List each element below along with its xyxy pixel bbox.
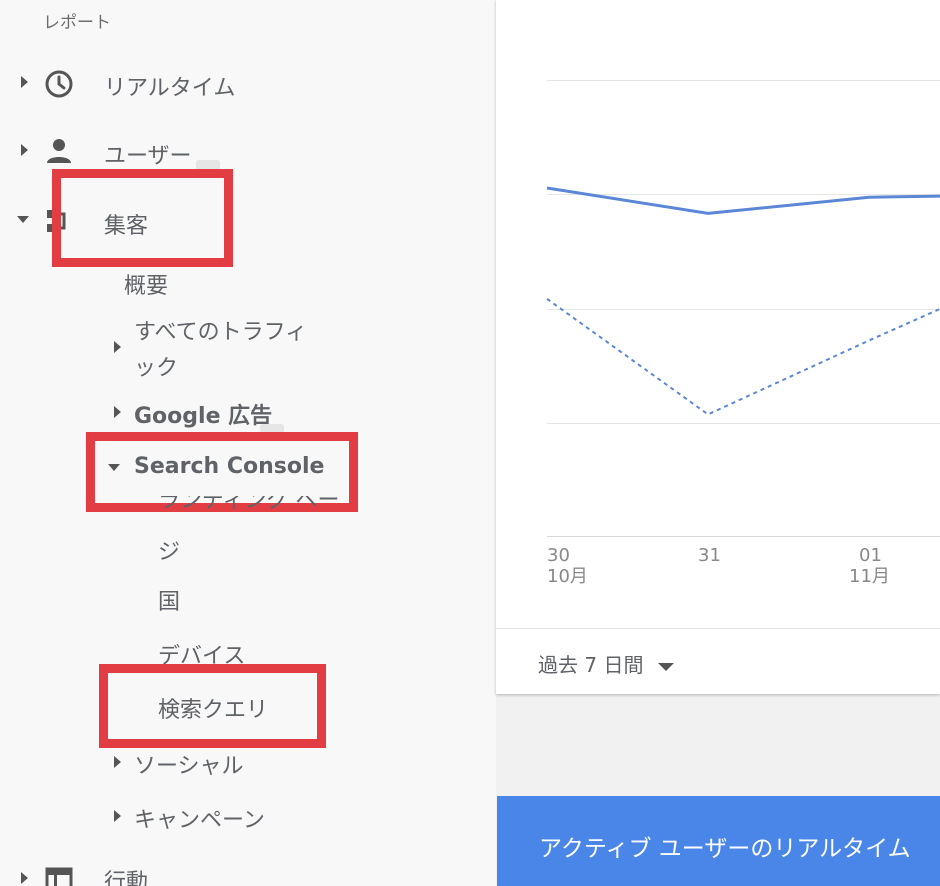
sidebar: レポート リアルタイム ユーザー 集客 概要 すべてのトラフィ ック Googl… xyxy=(0,0,496,886)
highlight-box-queries xyxy=(99,664,326,748)
sidebar-subitem-country[interactable]: 国 xyxy=(158,584,180,616)
date-range-label: 過去 7 日間 xyxy=(538,653,644,677)
all-traffic-label-line2: ック xyxy=(134,356,179,381)
person-icon xyxy=(47,139,71,163)
x-tick-month: 11月 xyxy=(849,566,890,587)
section-label-reports: レポート xyxy=(43,13,111,33)
caret-right-icon xyxy=(21,76,28,88)
sidebar-item-label: 行動 xyxy=(104,870,149,886)
sidebar-subitem-social[interactable]: ソーシャル xyxy=(104,746,344,780)
sidebar-subitem-all-traffic[interactable]: すべてのトラフィ ック xyxy=(104,312,344,384)
chevron-down-icon xyxy=(657,662,674,671)
clock-icon xyxy=(45,70,73,98)
landing-page-label-line2: ジ xyxy=(158,540,181,565)
sidebar-subitem-campaigns[interactable]: キャンペーン xyxy=(104,800,344,834)
realtime-card-title: アクティブ ユーザーのリアルタイム xyxy=(539,836,911,862)
sidebar-item-label: ユーザー xyxy=(104,144,192,169)
caret-right-icon xyxy=(114,341,121,353)
caret-right-icon xyxy=(114,406,121,418)
card-footer: 過去 7 日間 xyxy=(496,628,940,695)
sidebar-item-behavior[interactable]: 行動 xyxy=(0,856,300,886)
behavior-icon xyxy=(45,867,73,886)
google-ads-label: Google 広告 xyxy=(134,404,273,429)
social-label: ソーシャル xyxy=(134,754,244,779)
caret-right-icon xyxy=(114,756,121,768)
caret-right-icon xyxy=(21,144,28,156)
sidebar-subitem-google-ads[interactable]: Google 広告 xyxy=(104,396,344,430)
line-chart xyxy=(546,186,940,416)
overview-chart-card: 30 10月 31 01 11月 過去 7 日間 xyxy=(496,0,940,694)
caret-right-icon xyxy=(21,872,28,884)
all-traffic-label-line1: すべてのトラフィ xyxy=(134,320,308,345)
caret-down-icon xyxy=(17,216,29,223)
sidebar-item-realtime[interactable]: リアルタイム xyxy=(0,60,300,106)
sidebar-subitem-overview[interactable]: 概要 xyxy=(124,268,168,300)
caret-right-icon xyxy=(114,810,121,822)
campaigns-label: キャンペーン xyxy=(134,808,265,833)
x-tick-label: 30 10月 xyxy=(547,545,588,587)
x-tick-label: 31 xyxy=(698,545,721,566)
sidebar-item-users[interactable]: ユーザー xyxy=(0,128,300,174)
realtime-active-users-card[interactable]: アクティブ ユーザーのリアルタイム xyxy=(497,796,940,886)
x-tick-day: 01 xyxy=(859,545,882,566)
x-tick-label: 01 11月 xyxy=(849,545,890,587)
x-tick-month: 10月 xyxy=(547,566,588,587)
x-tick-day: 30 xyxy=(547,545,570,566)
series-line-solid xyxy=(546,186,940,215)
date-range-dropdown[interactable]: 過去 7 日間 xyxy=(538,649,674,678)
landing-page-clip: ランディング ペー xyxy=(158,496,358,512)
landing-page-label-line1: ランディング ペー xyxy=(158,496,340,512)
x-tick-day: 31 xyxy=(698,545,721,566)
highlight-box-acquisition xyxy=(52,169,233,267)
series-line-dashed xyxy=(546,298,940,416)
sidebar-item-label: リアルタイム xyxy=(104,76,236,101)
sidebar-subitem-landing-page[interactable]: ランディング ペー ジ xyxy=(158,496,358,568)
